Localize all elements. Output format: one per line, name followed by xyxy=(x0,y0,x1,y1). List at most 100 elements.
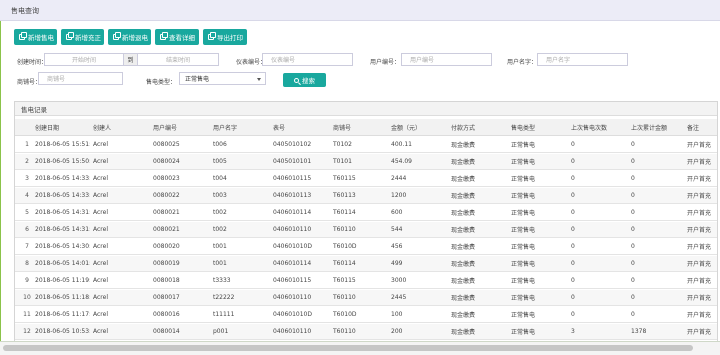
table-row[interactable]: 3 2018-06-05 14:33:2 Acrel 0080023 t004 04060… xyxy=(15,171,717,187)
user-no-label: 用户编号： xyxy=(370,59,401,66)
cell-sale-type: 正常售电 xyxy=(511,176,536,183)
cell-created-date: 2018-06-05 14:01:1 xyxy=(35,260,90,267)
cell-amount: 1200 xyxy=(391,192,407,199)
cell-creator: Acrel xyxy=(93,209,108,216)
cell-last-total-amount: 0 xyxy=(631,209,635,216)
table-row[interactable]: 8 2018-06-05 14:01:1 Acrel 0080019 t001 04060… xyxy=(15,256,717,272)
column-header-created-date[interactable]: 创建日期 xyxy=(35,119,90,135)
row-number: 7 xyxy=(25,243,29,250)
cell-meter-no: 0406010110 xyxy=(273,294,312,301)
add-refund-button[interactable]: 新增退电 xyxy=(108,29,151,45)
horizontal-scrollbar[interactable] xyxy=(0,341,720,355)
table-row[interactable]: 4 2018-06-05 14:33:0 Acrel 0080022 t003 04060… xyxy=(15,188,717,204)
meter-no-input[interactable]: 仪表编号 xyxy=(262,53,353,66)
cell-last-total-amount: 0 xyxy=(631,311,635,318)
column-header-last-sale-count[interactable]: 上次售电次数 xyxy=(571,119,629,135)
cell-user-name: t22222 xyxy=(213,294,235,301)
table-row[interactable]: 11 2018-06-05 11:17:5 Acrel 0080016 t11111 04… xyxy=(15,307,717,323)
cell-meter-no: 040601010D xyxy=(273,243,312,250)
user-name-label: 用户名字： xyxy=(507,59,538,66)
cell-payment-method: 现金缴费 xyxy=(451,142,476,149)
cell-creator: Acrel xyxy=(93,277,108,284)
cell-last-total-amount: 0 xyxy=(631,192,635,199)
table-row[interactable]: 6 2018-06-05 14:31:3 Acrel 0080021 t002 04060… xyxy=(15,222,717,238)
table-row[interactable]: 10 2018-06-05 11:18:4 Acrel 0080017 t22222 04… xyxy=(15,290,717,306)
column-header-user-name[interactable]: 用户名字 xyxy=(213,119,271,135)
cell-shop-no: T60110 xyxy=(333,226,356,233)
copy-icon xyxy=(66,32,74,40)
table-row[interactable]: 1 2018-06-05 15:51:3 Acrel 0080025 t006 04050… xyxy=(15,137,717,153)
cell-last-sale-count: 0 xyxy=(571,175,575,182)
add-correction-button[interactable]: 新增充正 xyxy=(61,29,104,45)
column-header-user-no[interactable]: 用户编号 xyxy=(153,119,211,135)
shop-no-input[interactable]: 商铺号 xyxy=(38,72,123,85)
cell-created-date: 2018-06-05 14:33:0 xyxy=(35,192,90,199)
table-row[interactable]: 12 2018-06-05 10:53:0 Acrel 0080014 p001 0406… xyxy=(15,324,717,340)
copy-icon xyxy=(160,32,168,40)
cell-remark: 开户首充 xyxy=(687,244,712,251)
cell-user-no: 0080023 xyxy=(153,175,180,182)
cell-created-date: 2018-06-05 14:31:5 xyxy=(35,209,90,216)
table-row[interactable]: 9 2018-06-05 11:19:0 Acrel 0080018 t3333 0406… xyxy=(15,273,717,289)
cell-last-sale-count: 0 xyxy=(571,294,575,301)
cell-amount: 454.09 xyxy=(391,158,412,165)
cell-amount: 499 xyxy=(391,260,403,267)
row-number: 3 xyxy=(25,175,29,182)
search-icon xyxy=(294,77,299,83)
column-header-remark[interactable]: 备注 xyxy=(687,119,717,135)
cell-user-name: t3333 xyxy=(213,277,231,284)
cell-remark: 开户首充 xyxy=(687,312,712,319)
user-no-input[interactable]: 用户编号 xyxy=(401,53,492,66)
row-number: 10 xyxy=(23,294,31,301)
column-header-meter-no[interactable]: 表号 xyxy=(273,119,331,135)
cell-created-date: 2018-06-05 15:50:1 xyxy=(35,158,90,165)
cell-user-no: 0080016 xyxy=(153,311,180,318)
column-header-amount[interactable]: 金额（元） xyxy=(391,119,449,135)
start-time-input[interactable]: 开始时间 xyxy=(44,53,124,66)
cell-amount: 2444 xyxy=(391,175,407,182)
cell-user-no: 0080018 xyxy=(153,277,180,284)
cell-meter-no: 0406010110 xyxy=(273,226,312,233)
cell-amount: 100 xyxy=(391,311,403,318)
cell-meter-no: 0406010114 xyxy=(273,209,312,216)
cell-last-sale-count: 0 xyxy=(571,311,575,318)
search-button[interactable]: 搜索 xyxy=(283,73,326,87)
scrollbar-thumb[interactable] xyxy=(3,345,693,351)
table-row[interactable]: 5 2018-06-05 14:31:5 Acrel 0080021 t002 04060… xyxy=(15,205,717,221)
cell-last-total-amount: 0 xyxy=(631,277,635,284)
cell-user-name: t002 xyxy=(213,209,227,216)
cell-amount: 2445 xyxy=(391,294,407,301)
row-number: 4 xyxy=(25,192,29,199)
cell-user-no: 0080022 xyxy=(153,192,180,199)
cell-created-date: 2018-06-05 15:51:3 xyxy=(35,141,90,148)
cell-meter-no: 0405010102 xyxy=(273,141,312,148)
view-details-button[interactable]: 查看详细 xyxy=(155,29,199,45)
cell-meter-no: 0406010114 xyxy=(273,260,312,267)
column-header-sale-type[interactable]: 售电类型 xyxy=(511,119,569,135)
user-name-input[interactable]: 用户名字 xyxy=(537,53,628,66)
cell-payment-method: 现金缴费 xyxy=(451,278,476,285)
cell-created-date: 2018-06-05 10:53:0 xyxy=(35,328,90,335)
table-row[interactable]: 7 2018-06-05 14:30:1 Acrel 0080020 t001 04060… xyxy=(15,239,717,255)
cell-user-name: p001 xyxy=(213,328,229,335)
cell-creator: Acrel xyxy=(93,141,108,148)
cell-last-total-amount: 0 xyxy=(631,243,635,250)
cell-meter-no: 0406010115 xyxy=(273,277,312,284)
cell-remark: 开户首充 xyxy=(687,176,712,183)
column-header-creator[interactable]: 创建人 xyxy=(93,119,151,135)
end-time-input[interactable]: 结束时间 xyxy=(137,53,219,66)
column-header-shop-no[interactable]: 商铺号 xyxy=(333,119,389,135)
column-header-last-total-amount[interactable]: 上次累计金额 xyxy=(631,119,685,135)
copy-icon xyxy=(113,32,121,40)
export-print-button[interactable]: 导出打印 xyxy=(203,29,247,45)
sale-type-select[interactable]: 正常售电 xyxy=(179,72,266,85)
cell-meter-no: 0406010110 xyxy=(273,328,312,335)
column-header-payment-method[interactable]: 付款方式 xyxy=(451,119,509,135)
cell-remark: 开户首充 xyxy=(687,227,712,234)
cell-remark: 开户首充 xyxy=(687,261,712,268)
create-time-label: 创建时间： xyxy=(17,59,48,66)
add-sale-button[interactable]: 新增售电 xyxy=(14,29,57,45)
cell-creator: Acrel xyxy=(93,328,108,335)
cell-user-no: 0080019 xyxy=(153,260,180,267)
table-row[interactable]: 2 2018-06-05 15:50:1 Acrel 0080024 t005 04050… xyxy=(15,154,717,170)
